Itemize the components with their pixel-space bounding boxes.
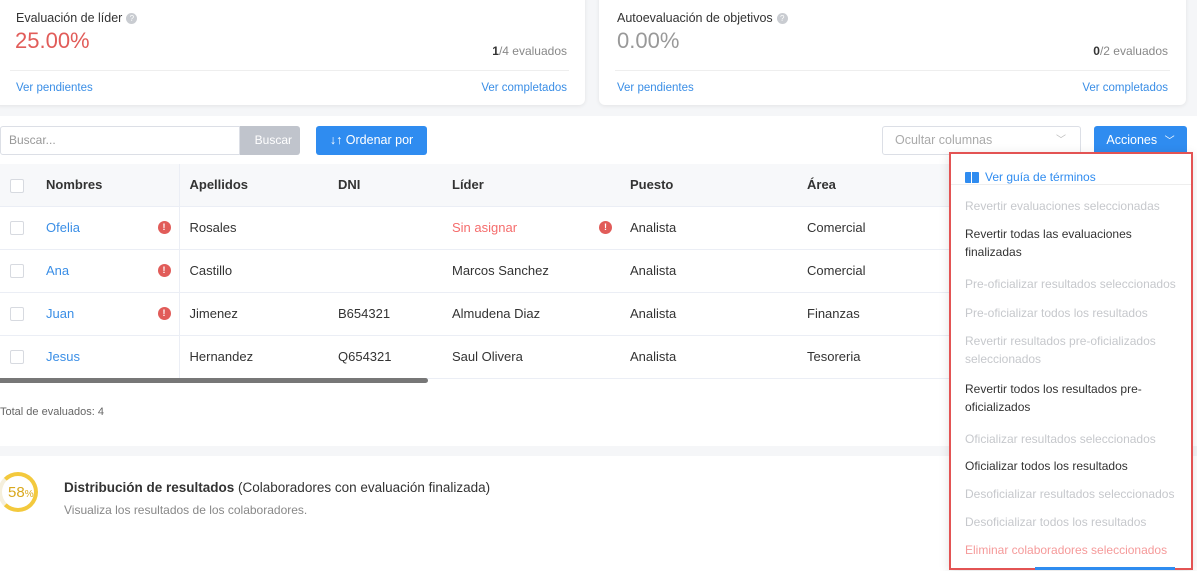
row-checkbox[interactable] bbox=[10, 264, 24, 279]
menu-divider bbox=[951, 184, 1191, 185]
self-evaluated-total: /2 evaluados bbox=[1099, 44, 1168, 58]
self-evaluation-title-wrap: Autoevaluación de objetivos ? bbox=[617, 11, 788, 25]
self-evaluation-count: 0/2 evaluados bbox=[1093, 44, 1168, 58]
total-evaluated: Total de evaluados: 4 bbox=[0, 406, 104, 418]
row-checkbox-cell bbox=[0, 249, 36, 293]
leader-cell: Sin asignar! bbox=[442, 206, 620, 250]
book-icon bbox=[965, 171, 979, 183]
distribution-subtitle: Visualiza los resultados de los colabora… bbox=[64, 503, 308, 517]
menu-item-revert-preofficialized-selected: Revertir resultados pre-oficializados se… bbox=[965, 334, 1156, 366]
position-cell: Analista bbox=[620, 249, 797, 293]
dni-cell: B654321 bbox=[328, 292, 442, 336]
dni-cell bbox=[328, 206, 442, 250]
lastname-cell: Rosales bbox=[179, 206, 328, 250]
distribution-percent: 58% bbox=[8, 484, 34, 501]
search-input[interactable]: Buscar... bbox=[0, 126, 240, 155]
leader-unassigned: Sin asignar bbox=[452, 220, 518, 235]
leader-evaluated-count: 1 bbox=[492, 44, 499, 58]
actions-button[interactable]: Acciones ﹀ bbox=[1094, 126, 1187, 155]
dni-cell: Q654321 bbox=[328, 335, 442, 379]
menu-item-revert-selected-evaluations: Revertir evaluaciones seleccionadas bbox=[965, 199, 1160, 213]
leader-cell: Almudena Diaz bbox=[442, 292, 620, 336]
row-checkbox-cell bbox=[0, 335, 36, 379]
menu-item-preofficialize-selected: Pre-oficializar resultados seleccionados bbox=[965, 277, 1176, 291]
header-lider[interactable]: Líder bbox=[442, 164, 620, 207]
lastname-cell: Castillo bbox=[179, 249, 328, 293]
chevron-down-icon: ﹀ bbox=[1056, 135, 1066, 146]
self-pending-link[interactable]: Ver pendientes bbox=[617, 82, 694, 94]
employee-name-link[interactable]: Ofelia bbox=[46, 220, 80, 235]
self-evaluation-percent: 0.00% bbox=[617, 28, 680, 53]
self-evaluated-count: 0 bbox=[1093, 44, 1100, 58]
order-by-button[interactable]: ↓↑ Ordenar por bbox=[316, 126, 427, 155]
menu-item-unofficialize-all: Desoficializar todos los resultados bbox=[965, 515, 1147, 529]
menu-item-delete-selected-collaborators: Eliminar colaboradores seleccionados bbox=[965, 543, 1168, 557]
leader-evaluation-title-wrap: Evaluación de líder ? bbox=[16, 11, 138, 25]
distribution-title-bold: Distribución de resultados bbox=[64, 480, 235, 495]
leader-pending-link[interactable]: Ver pendientes bbox=[16, 82, 93, 94]
leader-evaluation-card: Evaluación de líder ? 25.00% 1/4 evaluad… bbox=[0, 0, 585, 105]
leader-evaluation-count: 1/4 evaluados bbox=[492, 44, 567, 58]
menu-item-revert-all-preofficialized[interactable]: Revertir todos los resultados pre-oficia… bbox=[965, 380, 1181, 416]
leader-evaluation-percent: 25.00% bbox=[15, 28, 90, 53]
search-button[interactable]: Buscar bbox=[240, 126, 300, 155]
row-checkbox[interactable] bbox=[10, 221, 24, 236]
scroll-indicator bbox=[1035, 567, 1175, 570]
warning-icon: ! bbox=[599, 220, 612, 234]
menu-item-officialize-selected: Oficializar resultados seleccionados bbox=[965, 432, 1156, 446]
position-cell: Analista bbox=[620, 292, 797, 336]
chevron-down-icon: ﹀ bbox=[1164, 136, 1175, 147]
row-checkbox-cell bbox=[0, 292, 36, 336]
lastname-cell: Hernandez bbox=[179, 335, 328, 379]
position-cell: Analista bbox=[620, 206, 797, 250]
actions-dropdown-menu: Ver guía de términos Revertir evaluacion… bbox=[949, 152, 1193, 570]
position-cell: Analista bbox=[620, 335, 797, 379]
menu-item-preofficialize-all: Pre-oficializar todos los resultados bbox=[965, 306, 1148, 320]
header-puesto[interactable]: Puesto bbox=[620, 164, 797, 207]
card-divider bbox=[615, 70, 1170, 71]
menu-item-unofficialize-selected: Desoficializar resultados seleccionados bbox=[965, 487, 1175, 501]
name-cell: Ofelia! bbox=[36, 206, 180, 250]
warning-icon: ! bbox=[157, 220, 171, 234]
header-dni[interactable]: DNI bbox=[328, 164, 442, 207]
warning-icon: ! bbox=[157, 263, 171, 277]
name-cell: Jesus bbox=[36, 335, 180, 379]
row-checkbox[interactable] bbox=[10, 350, 24, 365]
info-icon[interactable]: ? bbox=[776, 12, 788, 24]
horizontal-scrollbar[interactable] bbox=[0, 378, 428, 383]
select-all-header bbox=[0, 164, 36, 207]
card-divider bbox=[10, 70, 569, 71]
self-completed-link[interactable]: Ver completados bbox=[1082, 82, 1168, 94]
employee-name-link[interactable]: Juan bbox=[46, 306, 74, 321]
employee-name-link[interactable]: Jesus bbox=[46, 349, 80, 364]
lastname-cell: Jimenez bbox=[179, 292, 328, 336]
hide-columns-label: Ocultar columnas bbox=[895, 133, 993, 147]
name-cell: Ana! bbox=[36, 249, 180, 293]
menu-item-officialize-all[interactable]: Oficializar todos los resultados bbox=[965, 457, 1181, 475]
self-evaluation-title: Autoevaluación de objetivos bbox=[617, 11, 773, 25]
row-checkbox-cell bbox=[0, 206, 36, 250]
leader-evaluation-title: Evaluación de líder bbox=[16, 11, 123, 25]
leader-cell: Marcos Sanchez bbox=[442, 249, 620, 293]
actions-label: Acciones bbox=[1106, 133, 1158, 147]
menu-item-revert-all-finalized[interactable]: Revertir todas las evaluaciones finaliza… bbox=[965, 225, 1181, 261]
distribution-percent-suffix: % bbox=[24, 489, 34, 500]
leader-evaluated-total: /4 evaluados bbox=[498, 44, 567, 58]
self-evaluation-card: Autoevaluación de objetivos ? 0.00% 0/2 … bbox=[599, 0, 1186, 105]
hide-columns-select[interactable]: Ocultar columnas ﹀ bbox=[882, 126, 1081, 155]
header-nombres[interactable]: Nombres bbox=[36, 164, 180, 207]
select-all-checkbox[interactable] bbox=[10, 178, 24, 193]
leader-cell: Saul Olivera bbox=[442, 335, 620, 379]
name-cell: Juan! bbox=[36, 292, 180, 336]
dni-cell bbox=[328, 249, 442, 293]
info-icon[interactable]: ? bbox=[126, 12, 138, 24]
distribution-title-rest: (Colaboradores con evaluación finalizada… bbox=[234, 480, 491, 495]
distribution-percent-value: 58 bbox=[8, 484, 25, 501]
leader-completed-link[interactable]: Ver completados bbox=[481, 82, 567, 94]
employee-name-link[interactable]: Ana bbox=[46, 263, 69, 278]
warning-icon: ! bbox=[157, 306, 171, 320]
distribution-title: Distribución de resultados (Colaboradore… bbox=[64, 480, 490, 495]
row-checkbox[interactable] bbox=[10, 307, 24, 322]
header-apellidos[interactable]: Apellidos bbox=[179, 164, 328, 207]
